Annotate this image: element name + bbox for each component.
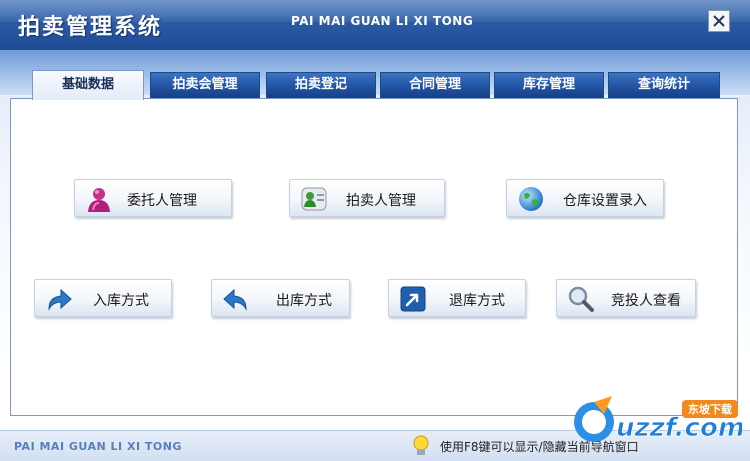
tab-basic-data[interactable]: 基础数据 bbox=[32, 70, 144, 100]
app-title: 拍卖管理系统 bbox=[18, 15, 163, 40]
stock-in-method-button[interactable]: 入库方式 bbox=[34, 279, 172, 317]
users-card-icon bbox=[301, 187, 327, 211]
title-bar: 拍卖管理系统 PAI MAI GUAN LI XI TONG bbox=[0, 0, 750, 50]
stock-out-method-label: 出库方式 bbox=[276, 293, 332, 309]
user-icon bbox=[88, 188, 110, 212]
tab-query-statistics[interactable]: 查询统计 bbox=[608, 72, 720, 98]
tab-contract-management[interactable]: 合同管理 bbox=[380, 72, 490, 98]
stock-in-method-label: 入库方式 bbox=[93, 293, 149, 309]
watermark: 东坡下载 uzzf.com bbox=[572, 388, 745, 448]
bidder-view-button[interactable]: 竞投人查看 bbox=[556, 279, 696, 317]
arrow-diagonal-icon bbox=[400, 286, 426, 312]
watermark-text: uzzf.com bbox=[616, 413, 742, 443]
stock-out-method-button[interactable]: 出库方式 bbox=[211, 279, 350, 317]
basic-data-panel bbox=[10, 98, 738, 416]
magnifier-icon bbox=[568, 286, 594, 312]
close-icon bbox=[713, 15, 725, 27]
tab-inventory-management[interactable]: 库存管理 bbox=[494, 72, 604, 98]
consignor-management-button[interactable]: 委托人管理 bbox=[74, 179, 232, 217]
close-button[interactable] bbox=[708, 10, 730, 32]
arrow-forward-icon bbox=[48, 288, 72, 311]
return-method-label: 退库方式 bbox=[449, 293, 505, 309]
lightbulb-icon bbox=[413, 435, 429, 455]
consignor-management-label: 委托人管理 bbox=[127, 193, 197, 209]
tab-auction-registration[interactable]: 拍卖登记 bbox=[266, 72, 376, 98]
globe-icon bbox=[519, 187, 543, 211]
bidder-view-label: 竞投人查看 bbox=[611, 293, 681, 309]
warehouse-setup-button[interactable]: 仓库设置录入 bbox=[506, 179, 664, 217]
warehouse-setup-label: 仓库设置录入 bbox=[563, 193, 647, 209]
tab-auction-management[interactable]: 拍卖会管理 bbox=[150, 72, 260, 98]
return-method-button[interactable]: 退库方式 bbox=[388, 279, 526, 317]
app-subtitle: PAI MAI GUAN LI XI TONG bbox=[291, 14, 474, 28]
arrow-back-icon bbox=[223, 288, 247, 311]
status-brand: PAI MAI GUAN LI XI TONG bbox=[14, 440, 182, 453]
auctioneer-management-button[interactable]: 拍卖人管理 bbox=[289, 179, 445, 217]
watermark-logo-icon: 东坡下载 uzzf.com bbox=[574, 396, 745, 443]
auctioneer-management-label: 拍卖人管理 bbox=[346, 193, 416, 209]
